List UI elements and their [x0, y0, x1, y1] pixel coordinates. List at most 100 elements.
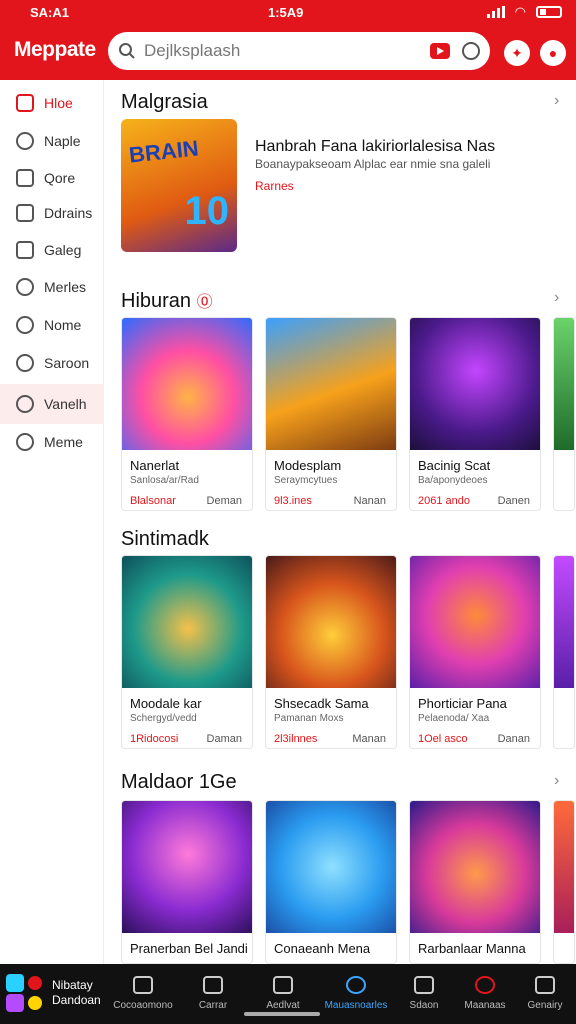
sidebar-item-nome[interactable]: Nome: [0, 305, 104, 345]
status-bar: SA:A1 1:5A9 ◠: [0, 0, 576, 26]
avatar-icon[interactable]: ●: [540, 40, 566, 66]
history-icon[interactable]: [462, 42, 480, 60]
game-price: 1Ridocosi: [130, 733, 179, 745]
game-name: Phorticiar Pana: [418, 696, 507, 711]
nav-tab-label: Carrar: [198, 1000, 228, 1011]
chevron-right-icon[interactable]: ›: [554, 289, 559, 307]
game-action-button[interactable]: Danen: [498, 495, 530, 507]
sidebar-item-meme[interactable]: Meme: [0, 422, 104, 462]
sidebar-item-ddrains[interactable]: Ddrains: [0, 193, 104, 233]
sidebar-item-naple[interactable]: Naple: [0, 121, 104, 161]
home-icon: [273, 976, 293, 994]
game-price: 2061 ando: [418, 495, 470, 507]
app-switcher-icon[interactable]: [6, 974, 48, 1014]
sidebar-item-qore[interactable]: Qore: [0, 158, 104, 198]
sidebar-item-label: Naple: [44, 133, 81, 149]
gauge-icon: [133, 976, 153, 994]
game-name: Moodale kar: [130, 696, 202, 711]
section-title: Maldaor 1Ge: [121, 771, 237, 793]
nav-tab[interactable]: Genairy: [509, 972, 576, 1011]
search-input[interactable]: Dejlksplaash: [144, 41, 430, 61]
nav-tab-label: Cocoaomono: [113, 1000, 173, 1011]
game-price: 1Oel asco: [418, 733, 468, 745]
app-label-line1: Nibatay: [52, 978, 93, 992]
search-icon: [119, 43, 135, 59]
game-card-partial[interactable]: [553, 555, 575, 749]
game-card[interactable]: Rarbanlaar Manna: [409, 800, 541, 964]
sidebar-item-label: Meme: [44, 434, 83, 450]
chevron-right-icon[interactable]: ›: [554, 92, 559, 110]
gamepad-icon: [203, 976, 223, 994]
nav-tab[interactable]: Cocoaomono: [107, 972, 179, 1011]
sidebar-item-label: Qore: [44, 170, 76, 186]
feature-art-number: 10: [184, 189, 230, 233]
game-card[interactable]: Moodale kar Schergyd/vedd 1Ridocosi Dama…: [121, 555, 253, 749]
app-logo[interactable]: Meppate: [14, 38, 96, 62]
nav-tab-label: Sdaon: [409, 1000, 439, 1011]
search-bar[interactable]: Dejlksplaash: [108, 32, 490, 70]
bubble-icon: [16, 354, 34, 372]
clock-icon: [346, 976, 366, 994]
feature-art-text: BRAIN: [127, 135, 200, 168]
game-card[interactable]: Modesplam Seraymcytues 9l3.ines Nanan: [265, 317, 397, 511]
game-card[interactable]: Nanerlat Sanlosa/ar/Rad Blalsonar Deman: [121, 317, 253, 511]
game-action-button[interactable]: Nanan: [354, 495, 386, 507]
game-name: Shsecadk Sama: [274, 696, 369, 711]
chevron-right-icon[interactable]: ›: [554, 772, 559, 790]
game-subtitle: Ba/aponydeoes: [418, 475, 488, 486]
app-label-line2: Dandoan: [52, 993, 101, 1007]
game-subtitle: Sanlosa/ar/Rad: [130, 475, 199, 486]
feature-title[interactable]: Hanbrah Fana lakiriorlalesisa Nas: [255, 138, 495, 156]
game-thumbnail: [266, 801, 396, 933]
nav-tab-active[interactable]: Mauasnoarles: [320, 972, 392, 1011]
app-label[interactable]: Nibatay Dandoan: [52, 978, 101, 1008]
nav-tab-label: Genairy: [527, 1000, 563, 1011]
sidebar-item-home[interactable]: Hloe: [0, 83, 104, 123]
game-card-partial[interactable]: [553, 800, 575, 964]
game-thumbnail: [122, 556, 252, 688]
sidebar-item-label: Vanelh: [44, 396, 87, 412]
game-price: 2l3ilnnes: [274, 733, 318, 745]
sidebar-item-label: Saroon: [44, 355, 90, 371]
disc-icon: [16, 395, 34, 413]
game-card[interactable]: Shsecadk Sama Pamanan Moxs 2l3ilnnes Man…: [265, 555, 397, 749]
game-price: Blalsonar: [130, 495, 176, 507]
game-subtitle: Seraymcytues: [274, 475, 338, 486]
game-card-partial[interactable]: [553, 317, 575, 511]
sidebar-item-label: Ddrains: [44, 205, 93, 221]
section-title: Sintimadk: [121, 528, 209, 550]
signal-icon: [486, 6, 505, 18]
game-action-button[interactable]: Deman: [207, 495, 242, 507]
game-card[interactable]: Bacinig Scat Ba/aponydeoes 2061 ando Dan…: [409, 317, 541, 511]
game-action-button[interactable]: Manan: [352, 733, 386, 745]
home-indicator[interactable]: [244, 1012, 320, 1016]
status-carrier: SA:A1: [30, 5, 70, 20]
game-card[interactable]: Pranerban Bel Jandi: [121, 800, 253, 964]
feature-tag[interactable]: Rarnes: [255, 179, 294, 193]
document-icon: [16, 204, 34, 222]
game-thumbnail: [410, 318, 540, 450]
game-card[interactable]: Conaeanh Mena: [265, 800, 397, 964]
search-icon: [16, 316, 34, 334]
feature-thumbnail[interactable]: BRAIN 10: [121, 119, 237, 252]
video-icon[interactable]: [430, 43, 450, 59]
nav-tab[interactable]: Carrar: [177, 972, 249, 1011]
game-card[interactable]: Phorticiar Pana Pelaenoda/ Xaa 1Oel asco…: [409, 555, 541, 749]
sidebar-item-vanelh[interactable]: Vanelh: [0, 384, 104, 424]
game-name: Modesplam: [274, 458, 342, 473]
chat-icon: [16, 278, 34, 296]
gamepad-icon[interactable]: ✦: [504, 40, 530, 66]
sidebar-item-saroon[interactable]: Saroon: [0, 343, 104, 383]
sidebar-item-merles[interactable]: Merles: [0, 267, 104, 307]
status-time: 1:5A9: [268, 5, 304, 20]
nav-tab-label: Maanaas: [464, 1000, 506, 1011]
sidebar-item-galeg[interactable]: Galeg: [0, 230, 104, 270]
game-action-button[interactable]: Daman: [207, 733, 242, 745]
game-action-button[interactable]: Danan: [498, 733, 530, 745]
game-name: Pranerban Bel Jandi: [130, 941, 248, 956]
app-header: SA:A1 1:5A9 ◠ Meppate Dejlksplaash ✦ ●: [0, 0, 576, 80]
game-thumbnail: [122, 318, 252, 450]
sidebar: Hloe Naple Qore Ddrains Galeg Merles Nom…: [0, 80, 104, 964]
nav-tab[interactable]: Aedlvat: [247, 972, 319, 1011]
sidebar-item-label: Hloe: [44, 95, 73, 111]
